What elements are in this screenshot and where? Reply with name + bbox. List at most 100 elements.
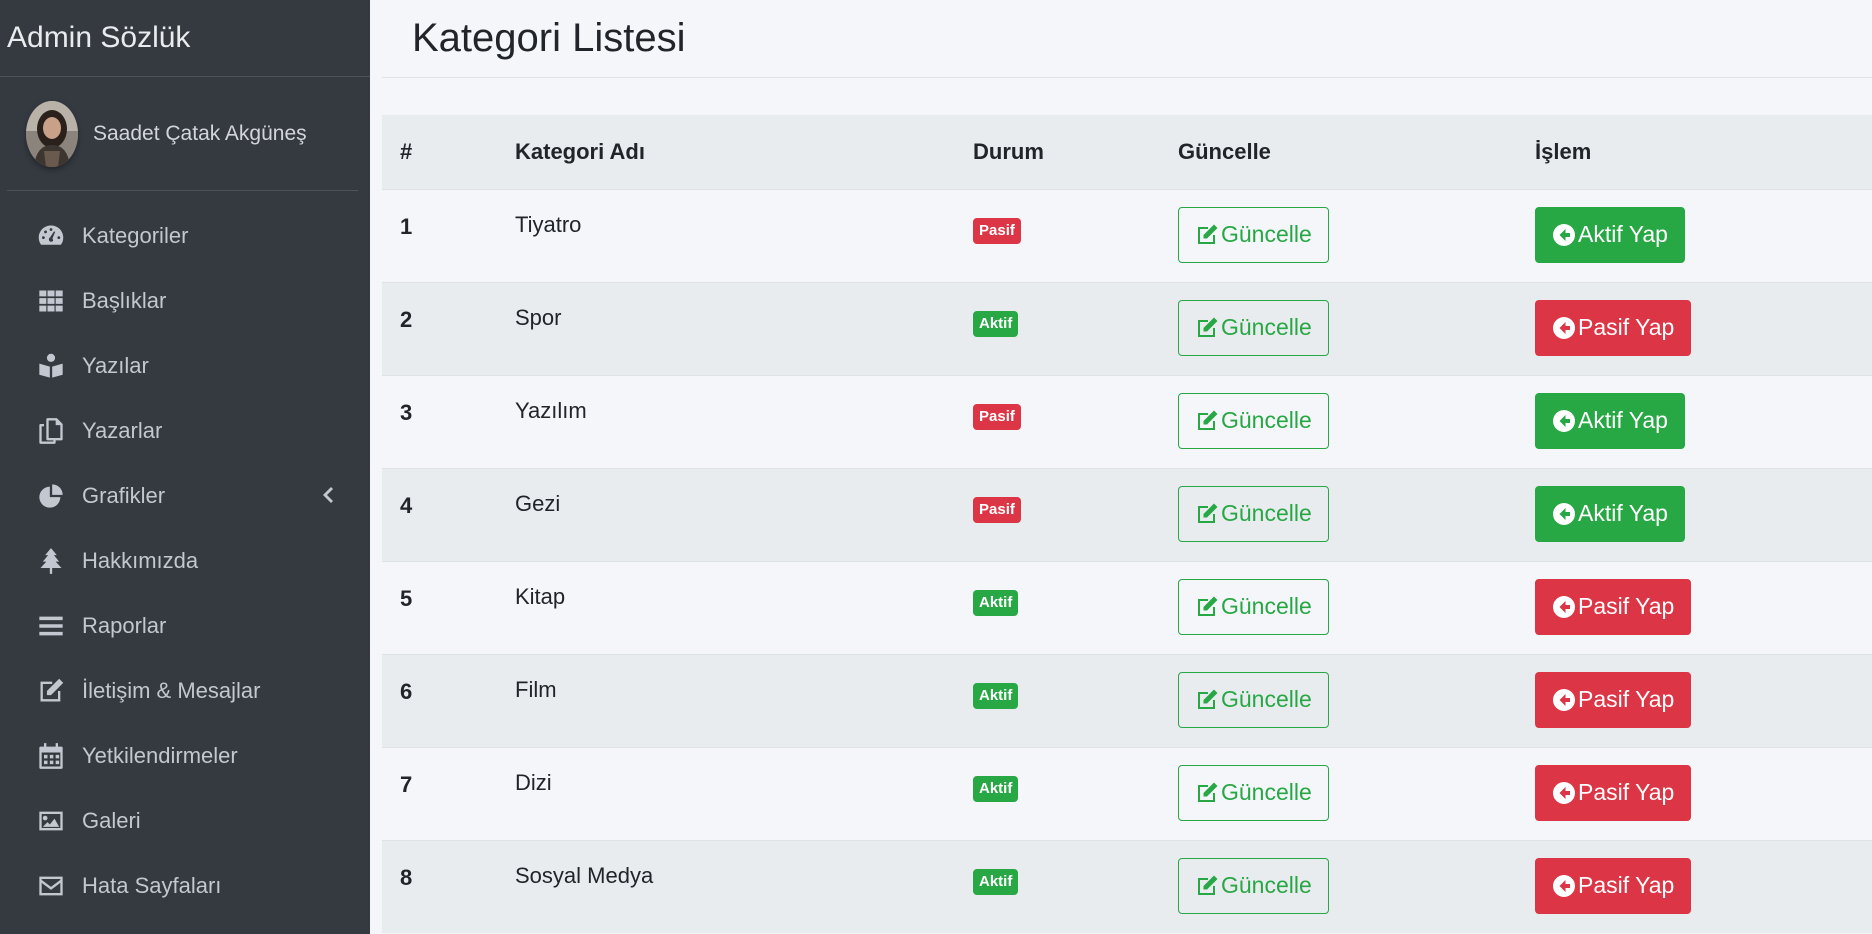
user-panel: Saadet Çatak Akgüneş: [7, 77, 358, 191]
brand-title: Admin Sözlük: [7, 21, 191, 54]
row-status-cell: Aktif: [955, 281, 1160, 375]
row-action-cell: Pasif Yap: [1517, 281, 1872, 375]
sidebar-item-yazilar[interactable]: Yazılar: [0, 333, 370, 398]
sidebar-item-grafikler[interactable]: Grafikler: [0, 463, 370, 528]
sidebar-item-kategoriler[interactable]: Kategoriler: [0, 203, 370, 268]
make-passive-button[interactable]: Pasif Yap: [1535, 299, 1692, 356]
grid-icon: [35, 286, 67, 316]
book-reader-icon: [35, 351, 67, 381]
status-badge: Aktif: [973, 310, 1019, 337]
make-active-button[interactable]: Aktif Yap: [1535, 392, 1685, 449]
row-num: 4: [382, 467, 497, 561]
row-update-cell: Güncelle: [1160, 188, 1517, 282]
table-row: 2 Spor Aktif Güncelle Pasif Yap: [382, 281, 1872, 375]
avatar[interactable]: [26, 100, 78, 167]
row-update-cell: Güncelle: [1160, 467, 1517, 561]
sidebar: Admin Sözlük Saadet Çatak Akgüneş Katego…: [0, 0, 370, 934]
sidebar-item-label: Raporlar: [82, 612, 167, 638]
row-status-cell: Aktif: [955, 839, 1160, 933]
row-num: 5: [382, 560, 497, 654]
action-button-label: Aktif Yap: [1578, 221, 1668, 247]
row-status-cell: Aktif: [955, 560, 1160, 654]
status-badge: Aktif: [973, 868, 1019, 895]
update-button[interactable]: Güncelle: [1178, 857, 1329, 914]
sidebar-item-label: Hata Sayfaları: [82, 872, 222, 898]
arrow-circle-left-icon: [1552, 595, 1578, 619]
sidebar-item-basliklar[interactable]: Başlıklar: [0, 268, 370, 333]
make-passive-button[interactable]: Pasif Yap: [1535, 764, 1692, 821]
arrow-circle-left-icon: [1552, 502, 1578, 526]
update-button[interactable]: Güncelle: [1178, 764, 1329, 821]
table-row: 3 Yazılım Pasif Güncelle Aktif Yap: [382, 374, 1872, 468]
sidebar-item-label: Yetkilendirmeler: [82, 742, 238, 768]
row-category-name: Dizi: [497, 746, 955, 840]
tachometer-icon: [35, 221, 67, 251]
make-active-button[interactable]: Aktif Yap: [1535, 485, 1685, 542]
row-category-name: Gezi: [497, 467, 955, 561]
edit-icon: [1195, 316, 1221, 340]
image-icon: [35, 806, 67, 836]
row-action-cell: Pasif Yap: [1517, 746, 1872, 840]
update-button[interactable]: Güncelle: [1178, 206, 1329, 263]
sidebar-item-hata-sayfalari[interactable]: Hata Sayfaları: [0, 853, 370, 918]
status-badge: Pasif: [973, 217, 1021, 244]
update-button-label: Güncelle: [1221, 407, 1312, 433]
row-update-cell: Güncelle: [1160, 746, 1517, 840]
brand[interactable]: Admin Sözlük: [0, 0, 370, 77]
sidebar-item-label: Grafikler: [82, 482, 166, 508]
user-name[interactable]: Saadet Çatak Akgüneş: [93, 122, 307, 146]
table-row: 4 Gezi Pasif Güncelle Aktif Yap: [382, 467, 1872, 561]
sidebar-item-label: Yazılar: [82, 352, 149, 378]
update-button-label: Güncelle: [1221, 500, 1312, 526]
action-button-label: Pasif Yap: [1578, 779, 1675, 805]
row-status-cell: Pasif: [955, 188, 1160, 282]
edit-icon: [1195, 223, 1221, 247]
page-header: Kategori Listesi: [382, 0, 1872, 78]
calendar-icon: [35, 741, 67, 771]
row-num: 3: [382, 374, 497, 468]
arrow-circle-left-icon: [1552, 316, 1578, 340]
row-update-cell: Güncelle: [1160, 281, 1517, 375]
sidebar-item-raporlar[interactable]: Raporlar: [0, 593, 370, 658]
table-row: 8 Sosyal Medya Aktif Güncelle Pasif Yap: [382, 839, 1872, 933]
header-num: #: [400, 138, 413, 164]
edit-icon: [1195, 781, 1221, 805]
sidebar-item-galeri[interactable]: Galeri: [0, 788, 370, 853]
row-action-cell: Aktif Yap: [1517, 467, 1872, 561]
make-passive-button[interactable]: Pasif Yap: [1535, 578, 1692, 635]
status-badge: Aktif: [973, 682, 1019, 709]
category-table-wrap: # Kategori Adı Durum Güncelle İşlem 1 Tiy…: [382, 115, 1872, 933]
edit-icon: [1195, 409, 1221, 433]
update-button[interactable]: Güncelle: [1178, 485, 1329, 542]
sidebar-item-hakkimizda[interactable]: Hakkımızda: [0, 528, 370, 593]
sidebar-item-yazarlar[interactable]: Yazarlar: [0, 398, 370, 463]
arrow-circle-left-icon: [1552, 409, 1578, 433]
sidebar-item-label: Hakkımızda: [82, 547, 199, 573]
make-passive-button[interactable]: Pasif Yap: [1535, 857, 1692, 914]
row-status-cell: Pasif: [955, 374, 1160, 468]
chevron-left-icon[interactable]: [320, 485, 334, 505]
row-category-name: Kitap: [497, 560, 955, 654]
sidebar-item-iletisim[interactable]: İletişim & Mesajlar: [0, 658, 370, 723]
make-active-button[interactable]: Aktif Yap: [1535, 206, 1685, 263]
header-action: İşlem: [1535, 138, 1592, 164]
header-name: Kategori Adı: [515, 138, 645, 164]
row-action-cell: Pasif Yap: [1517, 839, 1872, 933]
update-button[interactable]: Güncelle: [1178, 578, 1329, 635]
make-passive-button[interactable]: Pasif Yap: [1535, 671, 1692, 728]
update-button[interactable]: Güncelle: [1178, 299, 1329, 356]
arrow-circle-left-icon: [1552, 223, 1578, 247]
sidebar-item-label: Kategoriler: [82, 222, 189, 248]
update-button-label: Güncelle: [1221, 779, 1312, 805]
sidebar-item-yetkilendirmeler[interactable]: Yetkilendirmeler: [0, 723, 370, 788]
update-button-label: Güncelle: [1221, 686, 1312, 712]
edit-icon: [1195, 874, 1221, 898]
arrow-circle-left-icon: [1552, 688, 1578, 712]
update-button[interactable]: Güncelle: [1178, 671, 1329, 728]
edit-icon: [35, 676, 67, 706]
row-action-cell: Aktif Yap: [1517, 374, 1872, 468]
copy-icon: [35, 416, 67, 446]
table-row: 1 Tiyatro Pasif Güncelle Aktif Yap: [382, 188, 1872, 282]
row-status-cell: Pasif: [955, 467, 1160, 561]
update-button[interactable]: Güncelle: [1178, 392, 1329, 449]
